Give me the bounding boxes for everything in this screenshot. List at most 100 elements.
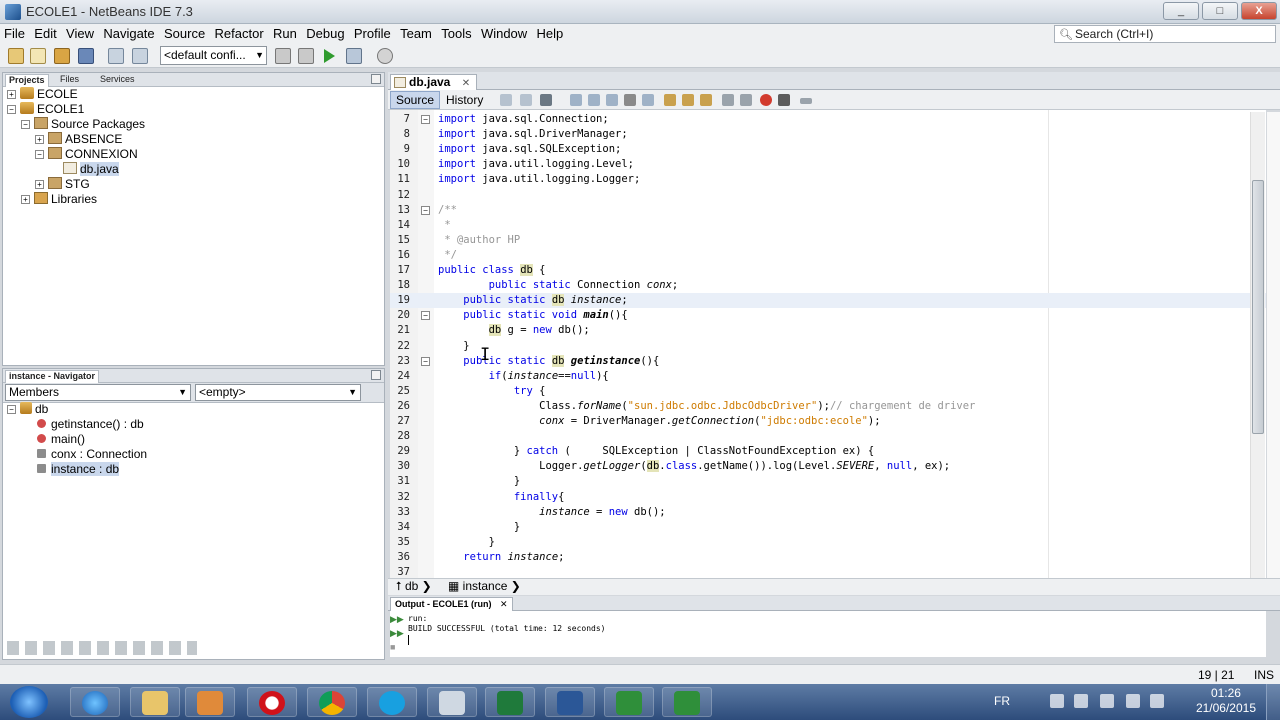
navigator-member[interactable]: getinstance() : db (37, 417, 144, 432)
profile-icon[interactable] (377, 48, 393, 64)
network-icon[interactable] (1100, 694, 1114, 708)
search-input[interactable]: 🔍︎ Search (Ctrl+I) (1054, 25, 1276, 43)
breadcrumb-item-db[interactable]: ⭡︎ db ❯ (396, 579, 432, 594)
code-line[interactable]: 21 db g = new db(); (390, 323, 1266, 338)
code-line[interactable]: 28 (390, 429, 1266, 444)
code-line[interactable]: 9 import java.sql.SQLException; (390, 142, 1266, 157)
tree-item-libraries[interactable]: + Libraries (21, 192, 97, 207)
output-window[interactable]: ▶▶ ▶▶ ■ run: BUILD SUCCESSFUL (total tim… (390, 611, 1266, 657)
menu-edit[interactable]: Edit (30, 24, 56, 41)
find-next-icon[interactable] (606, 94, 618, 106)
code-line[interactable]: 22 } (390, 339, 1266, 354)
code-line[interactable]: 36 return instance; (390, 550, 1266, 565)
rerun-icon[interactable]: ▶▶ (390, 614, 404, 626)
code-line[interactable]: 32 finally{ (390, 490, 1266, 505)
taskbar-word[interactable] (545, 687, 595, 717)
expand-icon[interactable]: + (7, 90, 16, 99)
shift-left-icon[interactable] (722, 94, 734, 106)
tree-item-absence[interactable]: + ABSENCE (35, 132, 122, 147)
tab-db-java[interactable]: db.java ✕ (390, 74, 478, 91)
show-desktop-button[interactable] (1266, 684, 1280, 720)
code-line[interactable]: 34 } (390, 520, 1266, 535)
tab-projects[interactable]: Projects (5, 74, 49, 87)
source-button[interactable]: Source (390, 91, 441, 109)
filter-combo[interactable]: <empty> ▼ (195, 384, 361, 401)
run-icon[interactable] (324, 49, 335, 63)
taskbar-internet-explorer[interactable] (70, 687, 120, 717)
open-project-icon[interactable] (54, 48, 70, 64)
toggle-bookmark-icon[interactable] (700, 94, 712, 106)
taskbar-explorer[interactable] (130, 687, 180, 717)
menu-help[interactable]: Help (533, 24, 564, 41)
find-previous-icon[interactable] (588, 94, 600, 106)
code-line[interactable]: 7 − import java.sql.Connection; (390, 112, 1266, 127)
code-line[interactable]: 27 conx = DriverManager.getConnection("j… (390, 414, 1266, 429)
minimize-button[interactable]: _ (1163, 2, 1199, 20)
fold-toggle-icon[interactable]: − (421, 356, 430, 366)
history-button[interactable]: History (440, 91, 489, 109)
tab-files[interactable]: Files (57, 74, 82, 87)
fold-toggle-icon[interactable]: − (421, 115, 430, 124)
code-line[interactable]: 17 public class db { (390, 263, 1266, 278)
taskbar-media-player[interactable] (185, 687, 235, 717)
expand-icon[interactable]: + (35, 180, 44, 189)
tray-arrow-icon[interactable] (1050, 694, 1064, 708)
editor-vertical-scrollbar[interactable] (1250, 112, 1265, 578)
forward-icon[interactable] (520, 94, 532, 106)
code-line[interactable]: 19 public static db instance; (390, 293, 1266, 309)
tree-item-ecole1[interactable]: − ECOLE1 (7, 102, 84, 117)
clean-build-icon[interactable] (298, 48, 314, 64)
tab-navigator[interactable]: instance - Navigator (5, 370, 100, 383)
menu-debug[interactable]: Debug (302, 24, 344, 41)
code-line[interactable]: 18 public static Connection conx; (390, 278, 1266, 293)
collapse-icon[interactable]: − (7, 405, 16, 414)
code-line[interactable]: 24 if(instance==null){ (390, 369, 1266, 384)
fold-toggle-icon[interactable]: − (421, 311, 430, 321)
code-line[interactable]: 15 * @author HP (390, 233, 1266, 248)
code-line[interactable]: 25 try { (390, 384, 1266, 399)
tree-item-source-packages[interactable]: − Source Packages (21, 117, 145, 132)
taskbar-opera[interactable] (247, 687, 297, 717)
navigator-filter-icons[interactable] (7, 641, 197, 655)
code-line[interactable]: 23 − public static db getinstance(){ (390, 354, 1266, 369)
tab-output[interactable]: Output - ECOLE1 (run) ✕ (390, 597, 513, 611)
taskbar-excel[interactable] (485, 687, 535, 717)
code-line[interactable]: 29 } catch ( SQLException | ClassNotFoun… (390, 444, 1266, 459)
taskbar-skype[interactable] (367, 687, 417, 717)
save-all-icon[interactable] (78, 48, 94, 64)
tree-item-connexion[interactable]: − CONNEXION (35, 147, 138, 162)
tab-services[interactable]: Services (97, 74, 138, 87)
code-line[interactable]: 12 (390, 188, 1266, 203)
close-button[interactable]: X (1241, 2, 1277, 20)
shift-right-icon[interactable] (740, 94, 752, 106)
comment-icon[interactable] (800, 98, 812, 104)
back-icon[interactable] (500, 94, 512, 106)
menu-run[interactable]: Run (269, 24, 297, 41)
find-icon[interactable] (570, 94, 582, 106)
navigator-member[interactable]: instance : db (37, 462, 120, 477)
rerun-with-icon[interactable]: ▶▶ (390, 628, 404, 640)
taskbar-netbeans[interactable] (427, 687, 477, 717)
menu-team[interactable]: Team (396, 24, 432, 41)
code-line[interactable]: 13 −/** (390, 203, 1266, 218)
selection-search-icon[interactable] (642, 94, 654, 106)
toggle-highlight-icon[interactable] (624, 94, 636, 106)
code-editor[interactable]: 7− import java.sql.Connection; 8 import jav… (390, 110, 1266, 578)
code-line[interactable]: 30 Logger.getLogger(db.class.getName()).… (390, 459, 1266, 474)
navigator-root-db[interactable]: − db (7, 402, 48, 417)
members-combo[interactable]: Members ▼ (5, 384, 191, 401)
code-line[interactable]: 14 * (390, 218, 1266, 233)
volume-icon[interactable] (1126, 694, 1140, 708)
close-tab-icon[interactable]: ✕ (462, 78, 470, 89)
new-project-icon[interactable] (8, 48, 24, 64)
tree-item-db-java[interactable]: db.java (63, 162, 119, 177)
menu-profile[interactable]: Profile (350, 24, 391, 41)
action-center-icon[interactable] (1074, 694, 1088, 708)
code-line[interactable]: 20 − public static void main(){ (390, 308, 1266, 323)
new-file-icon[interactable] (30, 48, 46, 64)
previous-bookmark-icon[interactable] (664, 94, 676, 106)
collapse-icon[interactable]: − (7, 105, 16, 114)
system-clock[interactable]: 01:26 21/06/2015 (1196, 686, 1256, 716)
breadcrumb-item-instance[interactable]: ▦ instance ❯ (448, 579, 521, 594)
menu-source[interactable]: Source (160, 24, 205, 41)
